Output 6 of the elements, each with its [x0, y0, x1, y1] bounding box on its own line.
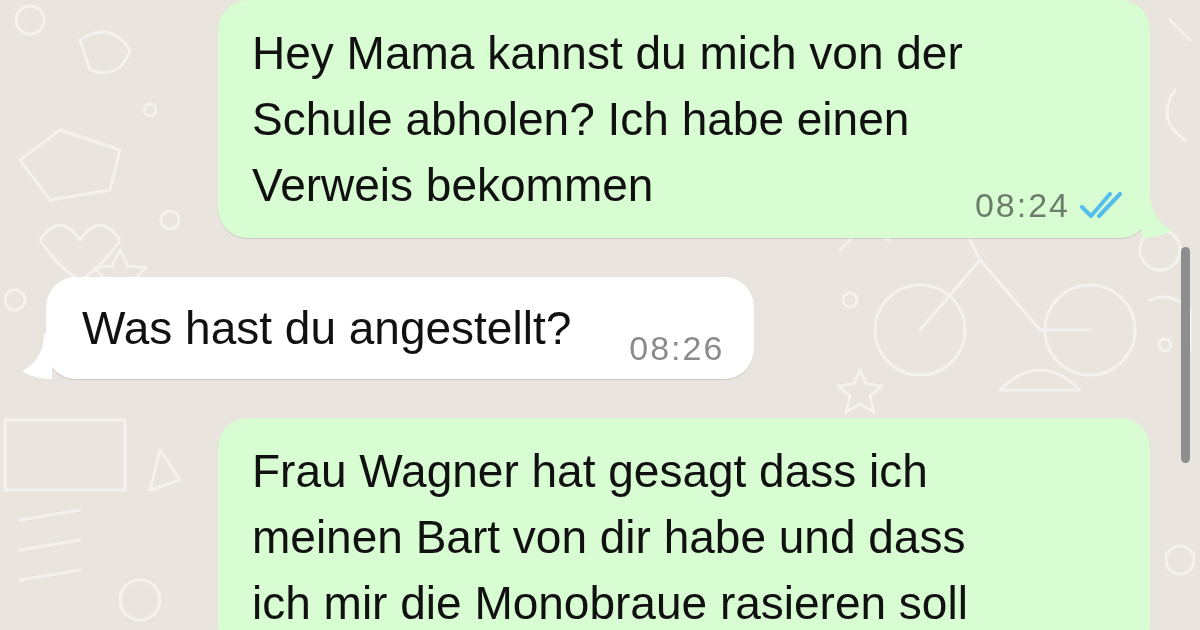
message-time: 08:26 — [629, 331, 725, 365]
message-text: Frau Wagner hat gesagt dass ich meinen Bart von dir habe und dass ich mir die Monobraue rasieren soll — [252, 444, 968, 630]
message-time: 08:24 — [974, 188, 1070, 222]
scrollbar-thumb[interactable] — [1181, 247, 1190, 463]
message-text: Hey Mama kannst du mich von der Schule abholen? Ich habe einen Verweis bekommen — [252, 26, 963, 213]
message-text: Was hast du angestellt? — [82, 301, 572, 356]
